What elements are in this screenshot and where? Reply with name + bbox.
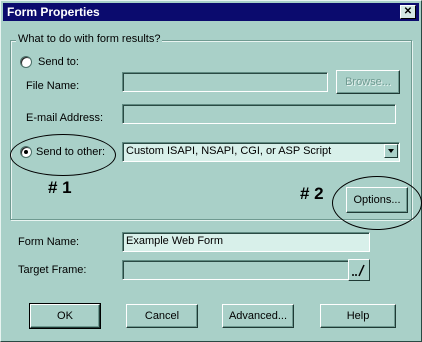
annotation-label-2: # 2 [300, 184, 324, 203]
advanced-button[interactable]: Advanced... [222, 304, 294, 328]
form-name-input[interactable]: Example Web Form [122, 232, 370, 252]
chevron-down-icon[interactable] [384, 144, 398, 158]
form-name-label: Form Name: [18, 236, 80, 248]
close-icon: ✕ [403, 6, 413, 17]
annotation-ellipse-1 [10, 134, 116, 176]
options-button[interactable]: Options... [346, 187, 408, 213]
target-frame-input[interactable] [122, 260, 350, 280]
email-label: E-mail Address: [26, 112, 104, 124]
target-frame-picker-button[interactable] [348, 259, 370, 281]
file-name-label: File Name: [26, 80, 80, 92]
file-name-input[interactable] [122, 72, 328, 92]
annotation-label-1: # 1 [48, 178, 72, 197]
browse-button[interactable]: Browse... [336, 70, 400, 94]
title-bar: Form Properties ✕ [3, 3, 419, 21]
target-frame-label: Target Frame: [18, 264, 87, 276]
help-button[interactable]: Help [320, 304, 396, 328]
ok-button[interactable]: OK [29, 303, 101, 329]
dialog-title: Form Properties [7, 5, 100, 19]
group-legend: What to do with form results? [16, 33, 163, 45]
cancel-button[interactable]: Cancel [126, 304, 198, 328]
email-input[interactable] [122, 104, 396, 124]
send-to-radio[interactable] [20, 56, 32, 68]
pencil-icon [352, 264, 365, 277]
close-button[interactable]: ✕ [400, 5, 416, 19]
send-to-label[interactable]: Send to: [38, 56, 79, 68]
send-to-other-select[interactable]: Custom ISAPI, NSAPI, CGI, or ASP Script [122, 142, 400, 162]
